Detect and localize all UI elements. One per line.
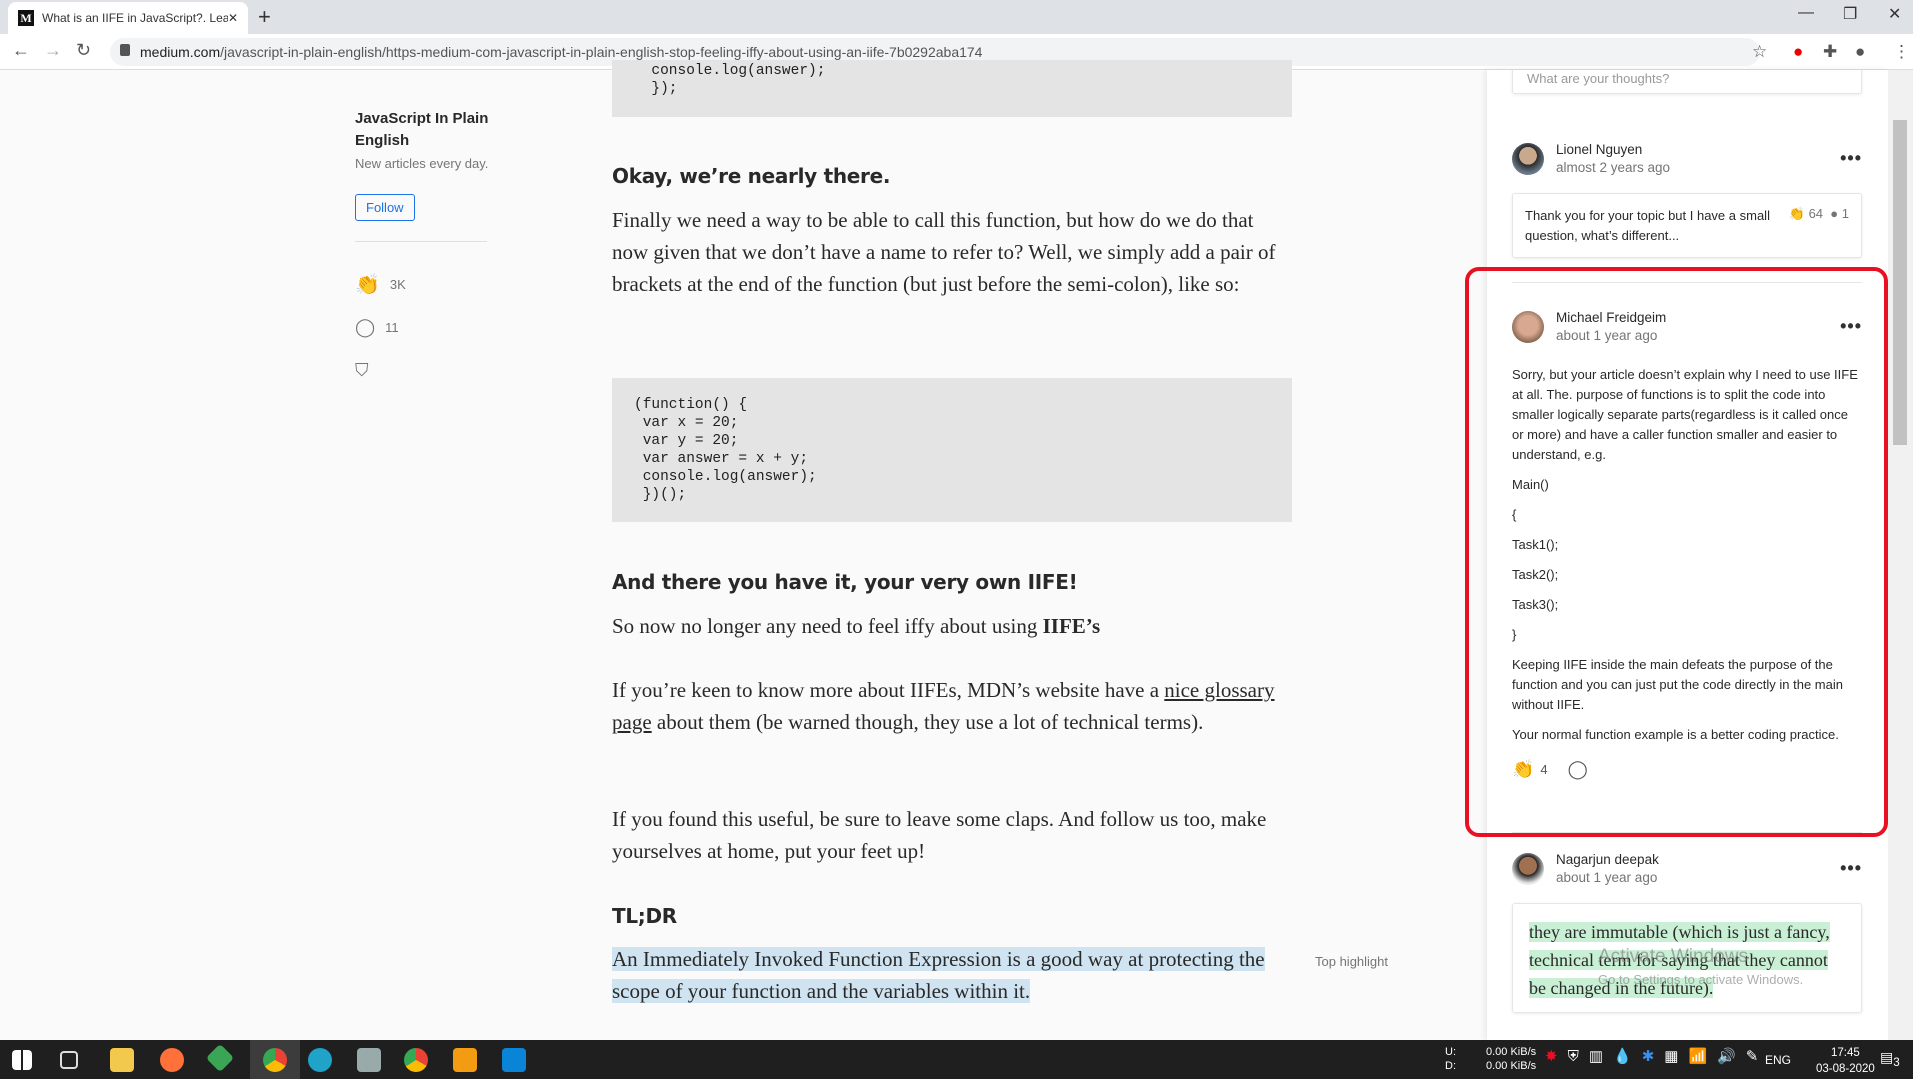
tab-title: What is an IIFE in JavaScript?. Lea: [42, 11, 228, 25]
close-tab-icon[interactable]: ✕: [228, 11, 238, 25]
restore-button[interactable]: ❐: [1843, 4, 1857, 24]
browser-tab[interactable]: M What is an IIFE in JavaScript?. Lea ✕: [8, 2, 248, 34]
section-heading: And there you have it, your very own IIF…: [612, 570, 1078, 594]
language-indicator[interactable]: ENG: [1765, 1053, 1791, 1067]
more-options-icon[interactable]: •••: [1840, 148, 1862, 169]
follow-button[interactable]: Follow: [355, 194, 415, 221]
clap-count: 3K: [389, 277, 406, 292]
publication-name[interactable]: JavaScript In Plain English: [355, 108, 495, 152]
clap-icon: 👏: [1788, 206, 1805, 221]
chrome-icon[interactable]: [263, 1048, 287, 1072]
sublime-icon[interactable]: [453, 1048, 477, 1072]
star-icon[interactable]: ☆: [1752, 42, 1767, 62]
section-heading: Okay, we’re nearly there.: [612, 164, 891, 188]
reply-count: 1: [1841, 206, 1849, 221]
response-count: 11: [385, 320, 399, 335]
paragraph: Finally we need a way to be able to call…: [612, 208, 1276, 296]
clap-icon[interactable]: 👏: [355, 272, 380, 297]
publication-sidebar: JavaScript In Plain English New articles…: [355, 108, 495, 381]
lock-icon: [120, 44, 130, 56]
close-window-button[interactable]: ✕: [1888, 4, 1901, 24]
start-windows-icon[interactable]: [12, 1050, 32, 1070]
tab-bar: [0, 0, 1913, 34]
reload-icon[interactable]: ↻: [76, 40, 91, 61]
response-item: Lionel Nguyen almost 2 years ago ••• Than…: [1512, 142, 1862, 258]
back-icon[interactable]: ←: [12, 40, 30, 61]
more-options-icon[interactable]: •••: [1840, 858, 1862, 879]
profile-icon[interactable]: ●: [1855, 42, 1865, 62]
new-tab-button[interactable]: +: [258, 4, 271, 30]
highlighted-paragraph: An Immediately Invoked Function Expressi…: [612, 947, 1265, 1003]
paragraph: If you’re keen to know more about IIFEs,…: [612, 678, 1275, 734]
avatar[interactable]: [1512, 142, 1544, 175]
comment-time: about 1 year ago: [1556, 870, 1658, 885]
paragraph: So now no longer any need to feel iffy a…: [612, 614, 1101, 638]
bookmark-icon[interactable]: ⛉: [355, 360, 369, 381]
tray-icons[interactable]: ✸⛨▥💧✱▦📶🔊✎: [1545, 1049, 1768, 1064]
opera-extension-icon[interactable]: ●: [1793, 42, 1803, 62]
avatar[interactable]: [1512, 852, 1544, 885]
publication-description: New articles every day.: [355, 156, 489, 171]
task-view-icon[interactable]: [60, 1051, 78, 1069]
net-speed: 0.00 KiB/s 0.00 KiB/s: [1486, 1046, 1537, 1072]
code-block: (function() { var x = 20; var y = 20; va…: [612, 378, 1292, 522]
firefox-icon[interactable]: [160, 1048, 184, 1072]
divider: [355, 241, 487, 242]
extensions-icon[interactable]: ✚: [1823, 42, 1837, 62]
activate-windows-watermark: Activate Windows: [1598, 946, 1748, 967]
notification-center-icon[interactable]: ▤3: [1880, 1050, 1900, 1070]
menu-icon[interactable]: ⋮: [1893, 42, 1910, 62]
vscode-icon[interactable]: [502, 1048, 526, 1072]
annotation-highlight-box: [1465, 267, 1888, 837]
minimize-button[interactable]: —: [1798, 4, 1814, 22]
response-icon[interactable]: ◯: [355, 317, 375, 338]
top-highlight-label: Top highlight: [1315, 954, 1388, 969]
reply-icon: ●: [1830, 206, 1839, 221]
medium-favicon-icon: M: [18, 10, 34, 26]
section-heading: TL;DR: [612, 904, 677, 928]
clock[interactable]: 17:45 03-08-2020: [1816, 1045, 1875, 1077]
forward-icon[interactable]: →: [44, 40, 62, 61]
file-explorer-icon[interactable]: [110, 1048, 134, 1072]
commenter-name[interactable]: Lionel Nguyen: [1556, 142, 1828, 157]
activate-windows-subtitle: Go to Settings to activate Windows.: [1598, 972, 1804, 987]
response-input[interactable]: What are your thoughts?: [1512, 70, 1862, 94]
chrome-icon[interactable]: [404, 1048, 428, 1072]
comment-text[interactable]: Thank you for your topic but I have a sm…: [1525, 206, 1779, 245]
url-path: /javascript-in-plain-english/https-mediu…: [220, 44, 983, 60]
scrollbar-thumb[interactable]: [1893, 120, 1907, 445]
commenter-name[interactable]: Nagarjun deepak: [1556, 852, 1828, 867]
response-item: Nagarjun deepak about 1 year ago ••• they…: [1512, 852, 1862, 1013]
paragraph: If you found this useful, be sure to lea…: [612, 807, 1267, 863]
clap-count: 64: [1808, 206, 1824, 221]
code-block: console.log(answer); });: [612, 60, 1292, 117]
edge-icon[interactable]: [308, 1048, 332, 1072]
comment-time: almost 2 years ago: [1556, 160, 1671, 175]
url-domain: medium.com: [140, 44, 221, 60]
app-icon[interactable]: [357, 1048, 381, 1072]
net-labels: U: D:: [1445, 1046, 1456, 1072]
